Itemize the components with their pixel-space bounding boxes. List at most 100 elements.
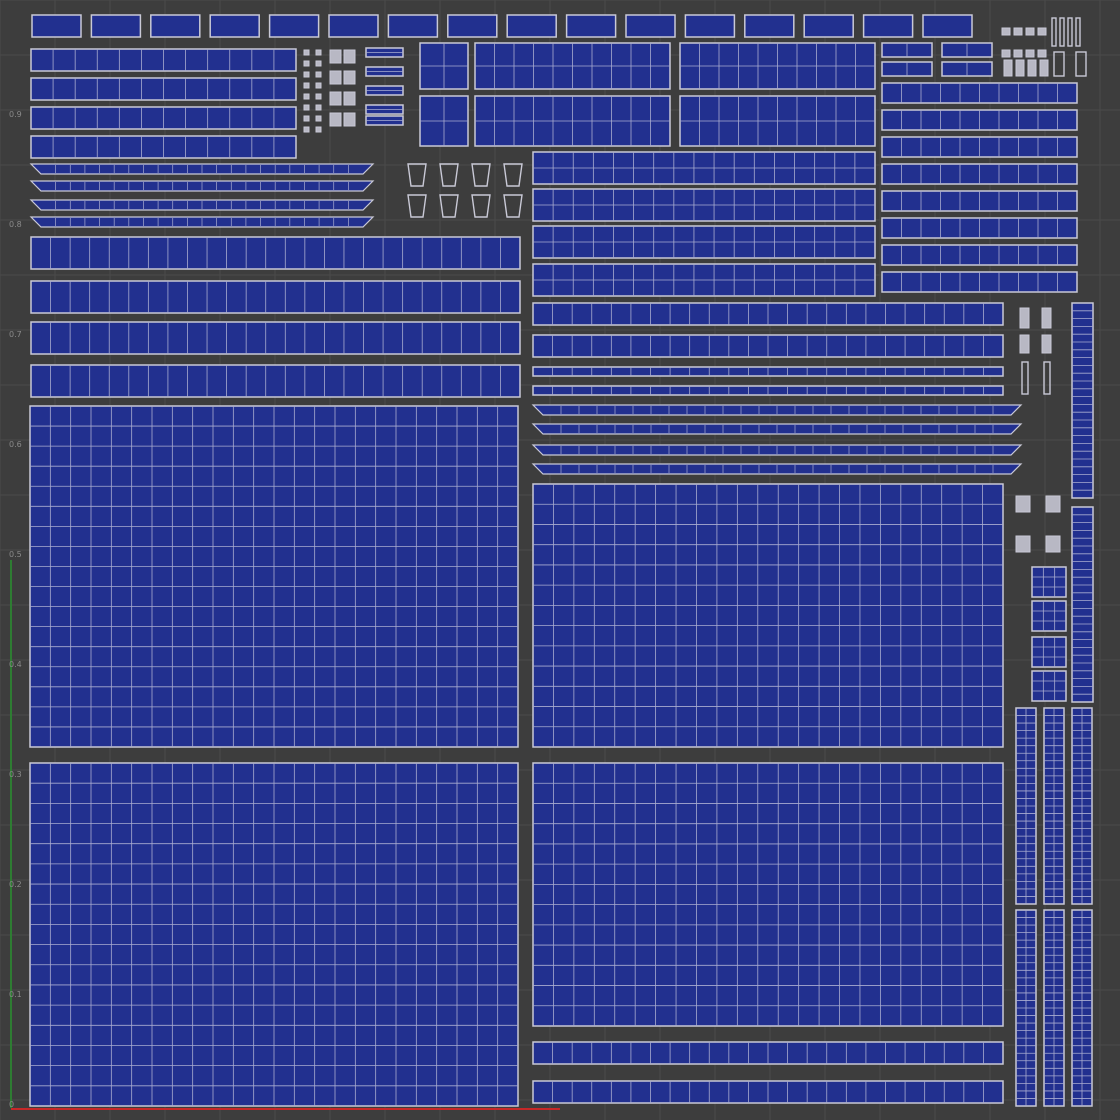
uv-island[interactable]: [532, 334, 1004, 358]
uv-island[interactable]: [268, 14, 320, 38]
uv-island[interactable]: [439, 194, 459, 218]
uv-island[interactable]: [315, 126, 322, 133]
uv-island[interactable]: [1015, 59, 1025, 77]
uv-island[interactable]: [365, 104, 404, 115]
uv-island[interactable]: [365, 47, 404, 58]
uv-island[interactable]: [315, 60, 322, 67]
uv-island[interactable]: [1041, 307, 1052, 329]
uv-island[interactable]: [1043, 909, 1065, 1107]
uv-island[interactable]: [1045, 535, 1061, 553]
uv-island[interactable]: [1071, 909, 1093, 1107]
uv-island[interactable]: [365, 115, 404, 126]
uv-island[interactable]: [447, 14, 498, 38]
uv-island[interactable]: [881, 244, 1078, 266]
uv-island[interactable]: [1041, 334, 1052, 354]
uv-island[interactable]: [474, 95, 671, 147]
uv-island[interactable]: [303, 49, 310, 56]
uv-island[interactable]: [532, 385, 1004, 396]
uv-island[interactable]: [1019, 307, 1030, 329]
uv-island[interactable]: [1031, 566, 1067, 598]
uv-island[interactable]: [881, 82, 1078, 104]
uv-island[interactable]: [1037, 27, 1047, 36]
uv-island[interactable]: [315, 49, 322, 56]
uv-island[interactable]: [1031, 636, 1067, 668]
uv-island[interactable]: [471, 194, 491, 218]
uv-editor-viewport[interactable]: 0.9 0.8 0.7 0.6 0.5 0.4 0.3 0.2 0.1 0: [0, 0, 1120, 1120]
uv-island[interactable]: [531, 444, 1023, 456]
uv-island[interactable]: [419, 42, 469, 90]
uv-island[interactable]: [29, 762, 519, 1107]
uv-island[interactable]: [329, 112, 342, 127]
uv-island[interactable]: [419, 95, 469, 147]
uv-island[interactable]: [1015, 707, 1037, 905]
uv-island[interactable]: [303, 126, 310, 133]
uv-island[interactable]: [532, 762, 1004, 1027]
uv-island[interactable]: [744, 14, 795, 38]
uv-island[interactable]: [1037, 49, 1047, 58]
uv-island[interactable]: [30, 77, 297, 101]
uv-island[interactable]: [1031, 600, 1067, 632]
uv-island[interactable]: [439, 163, 459, 187]
uv-island[interactable]: [343, 91, 356, 106]
uv-island[interactable]: [150, 14, 201, 38]
uv-island[interactable]: [1001, 49, 1011, 58]
uv-island[interactable]: [1075, 17, 1081, 47]
uv-island[interactable]: [503, 194, 523, 218]
uv-island[interactable]: [881, 61, 933, 77]
uv-island[interactable]: [532, 263, 876, 297]
uv-island[interactable]: [365, 85, 404, 96]
uv-island[interactable]: [532, 483, 1004, 748]
uv-island[interactable]: [29, 180, 375, 192]
uv-island[interactable]: [31, 14, 82, 38]
uv-island[interactable]: [532, 151, 876, 185]
uv-island[interactable]: [343, 70, 356, 85]
uv-island[interactable]: [30, 321, 521, 355]
uv-island[interactable]: [1015, 909, 1037, 1107]
uv-island[interactable]: [503, 163, 523, 187]
uv-island[interactable]: [365, 66, 404, 77]
uv-island[interactable]: [303, 60, 310, 67]
uv-island[interactable]: [303, 71, 310, 78]
uv-island[interactable]: [922, 14, 973, 38]
uv-island[interactable]: [1015, 535, 1031, 553]
uv-island[interactable]: [343, 112, 356, 127]
uv-island[interactable]: [1039, 59, 1049, 77]
uv-island[interactable]: [29, 199, 375, 211]
uv-island[interactable]: [303, 115, 310, 122]
uv-island[interactable]: [1019, 334, 1030, 354]
uv-island[interactable]: [531, 463, 1023, 475]
uv-island[interactable]: [1051, 17, 1057, 47]
uv-island[interactable]: [532, 225, 876, 259]
uv-island[interactable]: [1015, 495, 1031, 513]
uv-island[interactable]: [532, 366, 1004, 377]
uv-island[interactable]: [941, 61, 993, 77]
uv-island[interactable]: [407, 194, 427, 218]
uv-island[interactable]: [30, 135, 297, 159]
uv-island[interactable]: [803, 14, 854, 38]
uv-island[interactable]: [209, 14, 260, 38]
uv-island[interactable]: [29, 216, 375, 228]
uv-island[interactable]: [315, 71, 322, 78]
uv-island[interactable]: [1043, 707, 1065, 905]
uv-island[interactable]: [343, 49, 356, 64]
uv-island[interactable]: [1053, 51, 1065, 77]
uv-island[interactable]: [679, 95, 876, 147]
uv-island[interactable]: [315, 104, 322, 111]
uv-layout-canvas[interactable]: [0, 0, 1120, 1120]
uv-island[interactable]: [1021, 361, 1029, 395]
uv-island[interactable]: [881, 271, 1078, 293]
uv-island[interactable]: [303, 104, 310, 111]
uv-island[interactable]: [1067, 17, 1073, 47]
uv-island[interactable]: [29, 163, 375, 175]
uv-island[interactable]: [1071, 707, 1093, 905]
uv-island[interactable]: [881, 190, 1078, 212]
uv-island[interactable]: [30, 106, 297, 130]
uv-island[interactable]: [303, 93, 310, 100]
uv-island[interactable]: [881, 163, 1078, 185]
uv-island[interactable]: [881, 42, 933, 58]
uv-island[interactable]: [532, 1041, 1004, 1065]
uv-island[interactable]: [30, 236, 521, 270]
uv-island[interactable]: [303, 82, 310, 89]
uv-island[interactable]: [1013, 27, 1023, 36]
uv-island[interactable]: [407, 163, 427, 187]
